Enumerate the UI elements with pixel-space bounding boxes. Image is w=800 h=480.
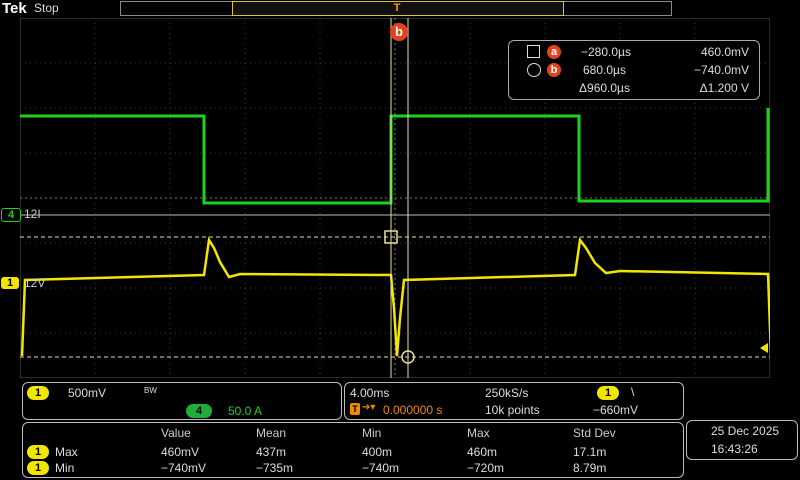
cursor-b-badge: b (547, 63, 561, 77)
cursor-delta-time: Δ960.0µs (579, 81, 630, 95)
table-row[interactable]: 1 Min −740mV −735m −740m −720m 8.79m (23, 460, 683, 476)
cell-std-dev: 8.79m (573, 461, 607, 475)
col-header-max: Max (467, 426, 490, 440)
cell-max: 460m (467, 445, 498, 459)
record-length[interactable]: 10k points (485, 403, 540, 417)
datetime-panel: 25 Dec 2025 16:43:26 (686, 420, 798, 460)
col-header-mean: Mean (256, 426, 287, 440)
brand-text: Tek (2, 0, 27, 17)
ch4-badge[interactable]: 4 (186, 404, 212, 418)
row-measurement-name: Min (55, 461, 75, 475)
cell-std-dev: 17.1m (573, 445, 607, 459)
vertical-settings-panel[interactable]: 1 500mV BW 4 50.0 A (22, 382, 342, 420)
cell-mean: −735m (256, 461, 294, 475)
time-per-division[interactable]: 4.00ms (350, 386, 389, 400)
tek-logo: Tek (2, 0, 27, 17)
cursor-a-value: 460.0mV (700, 45, 749, 59)
trigger-level[interactable]: −660mV (593, 403, 638, 417)
horizontal-trigger-panel[interactable]: 4.00ms 250kS/s 1 \ T ➔▾ 0.000000 s 10k p… (344, 382, 684, 420)
cursor-a-time: −280.0µs (581, 45, 631, 59)
cell-min: 400m (362, 445, 393, 459)
ch1-marker[interactable]: 1 (1, 277, 19, 289)
cursor-readout-panel[interactable]: a −280.0µs 460.0mV b 680.0µs −740.0mV Δ9… (508, 40, 760, 100)
measurement-table[interactable]: Value Mean Min Max Std Dev 1 Max 460mV 4… (22, 422, 684, 478)
cursor-a-badge: a (547, 45, 561, 59)
cell-mean: 437m (256, 445, 287, 459)
time-display: 16:43:26 (711, 442, 758, 456)
ch4-scale[interactable]: 50.0 A (228, 404, 262, 418)
cursor-b-handle[interactable]: b (390, 23, 408, 41)
ch1-scale[interactable]: 500mV (68, 386, 106, 400)
cell-value: −740mV (161, 461, 207, 475)
trigger-slope-icon[interactable]: \ (631, 385, 634, 399)
sample-rate: 250kS/s (485, 386, 529, 400)
date-display: 25 Dec 2025 (711, 424, 780, 438)
square-cursor-icon (527, 45, 540, 58)
trigger-source-badge[interactable]: 1 (597, 386, 619, 400)
cursor-delta-value: Δ1.200 V (699, 81, 749, 95)
table-row[interactable]: 1 Max 460mV 437m 400m 460m 17.1m (23, 444, 683, 460)
bandwidth-limit-indicator: BW (144, 386, 157, 395)
ch4-label: 12I (24, 207, 41, 221)
row-channel-badge: 1 (27, 461, 49, 475)
trigger-position-icon[interactable]: T (392, 2, 402, 16)
arrow-right-icon: ➔▾ (362, 402, 376, 413)
acquisition-state: Stop (34, 1, 59, 15)
trigger-position[interactable]: 0.000000 s (383, 403, 442, 417)
ch1-badge[interactable]: 1 (27, 386, 49, 400)
cursor-b-value: −740.0mV (693, 63, 749, 77)
row-channel-badge: 1 (27, 445, 49, 459)
row-measurement-name: Max (55, 445, 78, 459)
cell-min: −740m (362, 461, 400, 475)
ch4-marker[interactable]: 4 (1, 208, 21, 222)
ch1-label: 12V (24, 276, 46, 290)
cell-max: −720m (467, 461, 505, 475)
col-header-min: Min (362, 426, 382, 440)
trigger-position-badge-icon: T (350, 403, 360, 415)
col-header-value: Value (161, 426, 191, 440)
cursor-b-time: 680.0µs (583, 63, 626, 77)
circle-cursor-icon (527, 63, 541, 77)
col-header-std-dev: Std Dev (573, 426, 616, 440)
cell-value: 460mV (161, 445, 200, 459)
